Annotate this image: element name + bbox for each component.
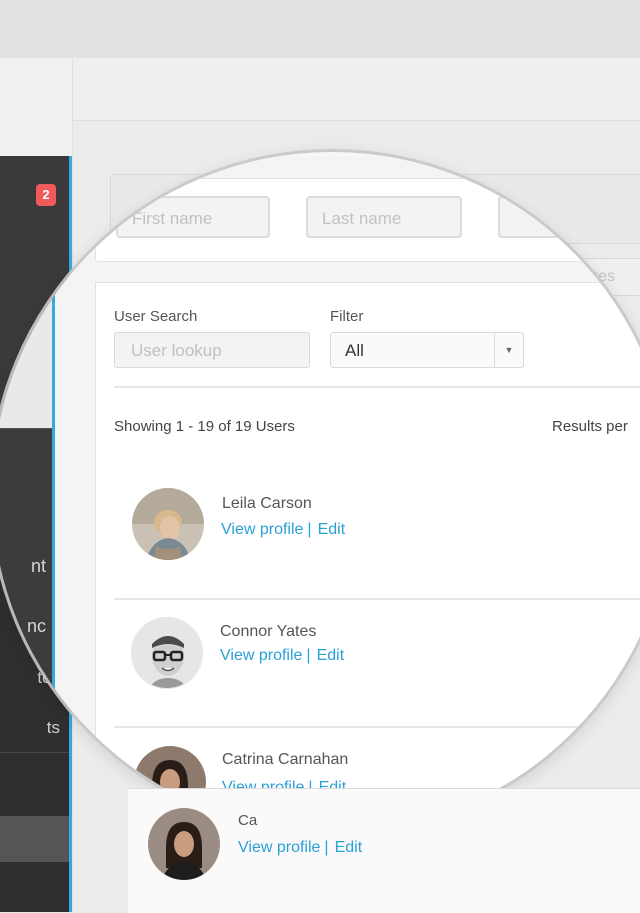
- sidebar-item-2[interactable]: nc: [27, 616, 46, 637]
- last-name-input[interactable]: Last name: [306, 196, 462, 238]
- link-separator: |: [306, 647, 311, 664]
- row-divider: [114, 726, 640, 728]
- filter-label: Filter: [330, 308, 364, 325]
- view-profile-link[interactable]: View profile: [220, 647, 302, 664]
- user-name: Leila Carson: [222, 495, 312, 512]
- sidebar-item-4[interactable]: ts: [32, 716, 46, 737]
- edit-link[interactable]: Edit: [318, 521, 346, 538]
- avatar[interactable]: [131, 617, 203, 689]
- sidebar-item-3[interactable]: tes: [22, 666, 46, 687]
- user-actions: View profile| Edit: [220, 647, 344, 665]
- link-separator: |: [307, 521, 312, 538]
- lens-content: nt nc tes ts A First name Last name User…: [0, 152, 640, 832]
- results-per-page-label: Results per: [552, 418, 628, 435]
- user-name: Connor Yates: [220, 623, 317, 640]
- avatar[interactable]: [148, 808, 220, 880]
- sidebar-item-1[interactable]: nt: [31, 556, 46, 577]
- user-actions: View profile| Edit: [221, 521, 345, 539]
- link-separator: |: [324, 839, 329, 856]
- left-header-panel: [0, 58, 72, 156]
- lens-sidebar: nt nc tes ts: [0, 156, 55, 832]
- magnifier-lens: nt nc tes ts A First name Last name User…: [0, 152, 640, 832]
- user-lookup-input[interactable]: User lookup: [114, 332, 310, 368]
- avatar[interactable]: [132, 488, 204, 560]
- filter-select[interactable]: All ▼: [330, 332, 524, 368]
- main-header: [73, 58, 640, 121]
- sidebar-divider: [0, 428, 52, 429]
- results-count: Showing 1 - 19 of 19 Users: [114, 418, 295, 435]
- user-actions: View profile| Edit: [238, 839, 362, 857]
- row-divider: [114, 598, 640, 600]
- view-profile-link[interactable]: View profile: [238, 839, 320, 856]
- view-profile-link[interactable]: View profile: [221, 521, 303, 538]
- filter-selected-value: All: [345, 341, 364, 360]
- top-bar: [0, 0, 640, 58]
- chevron-down-icon[interactable]: ▼: [494, 333, 523, 367]
- user-search-label: User Search: [114, 308, 198, 325]
- edit-link[interactable]: Edit: [317, 647, 345, 664]
- lens-sidebar-top: [0, 156, 52, 428]
- divider: [114, 386, 640, 388]
- user-name: Catrina Carnahan: [222, 751, 349, 768]
- edit-link[interactable]: Edit: [335, 839, 363, 856]
- email-input[interactable]: [498, 196, 640, 238]
- first-name-input[interactable]: First name: [116, 196, 270, 238]
- user-name-fragment: Ca: [238, 812, 258, 829]
